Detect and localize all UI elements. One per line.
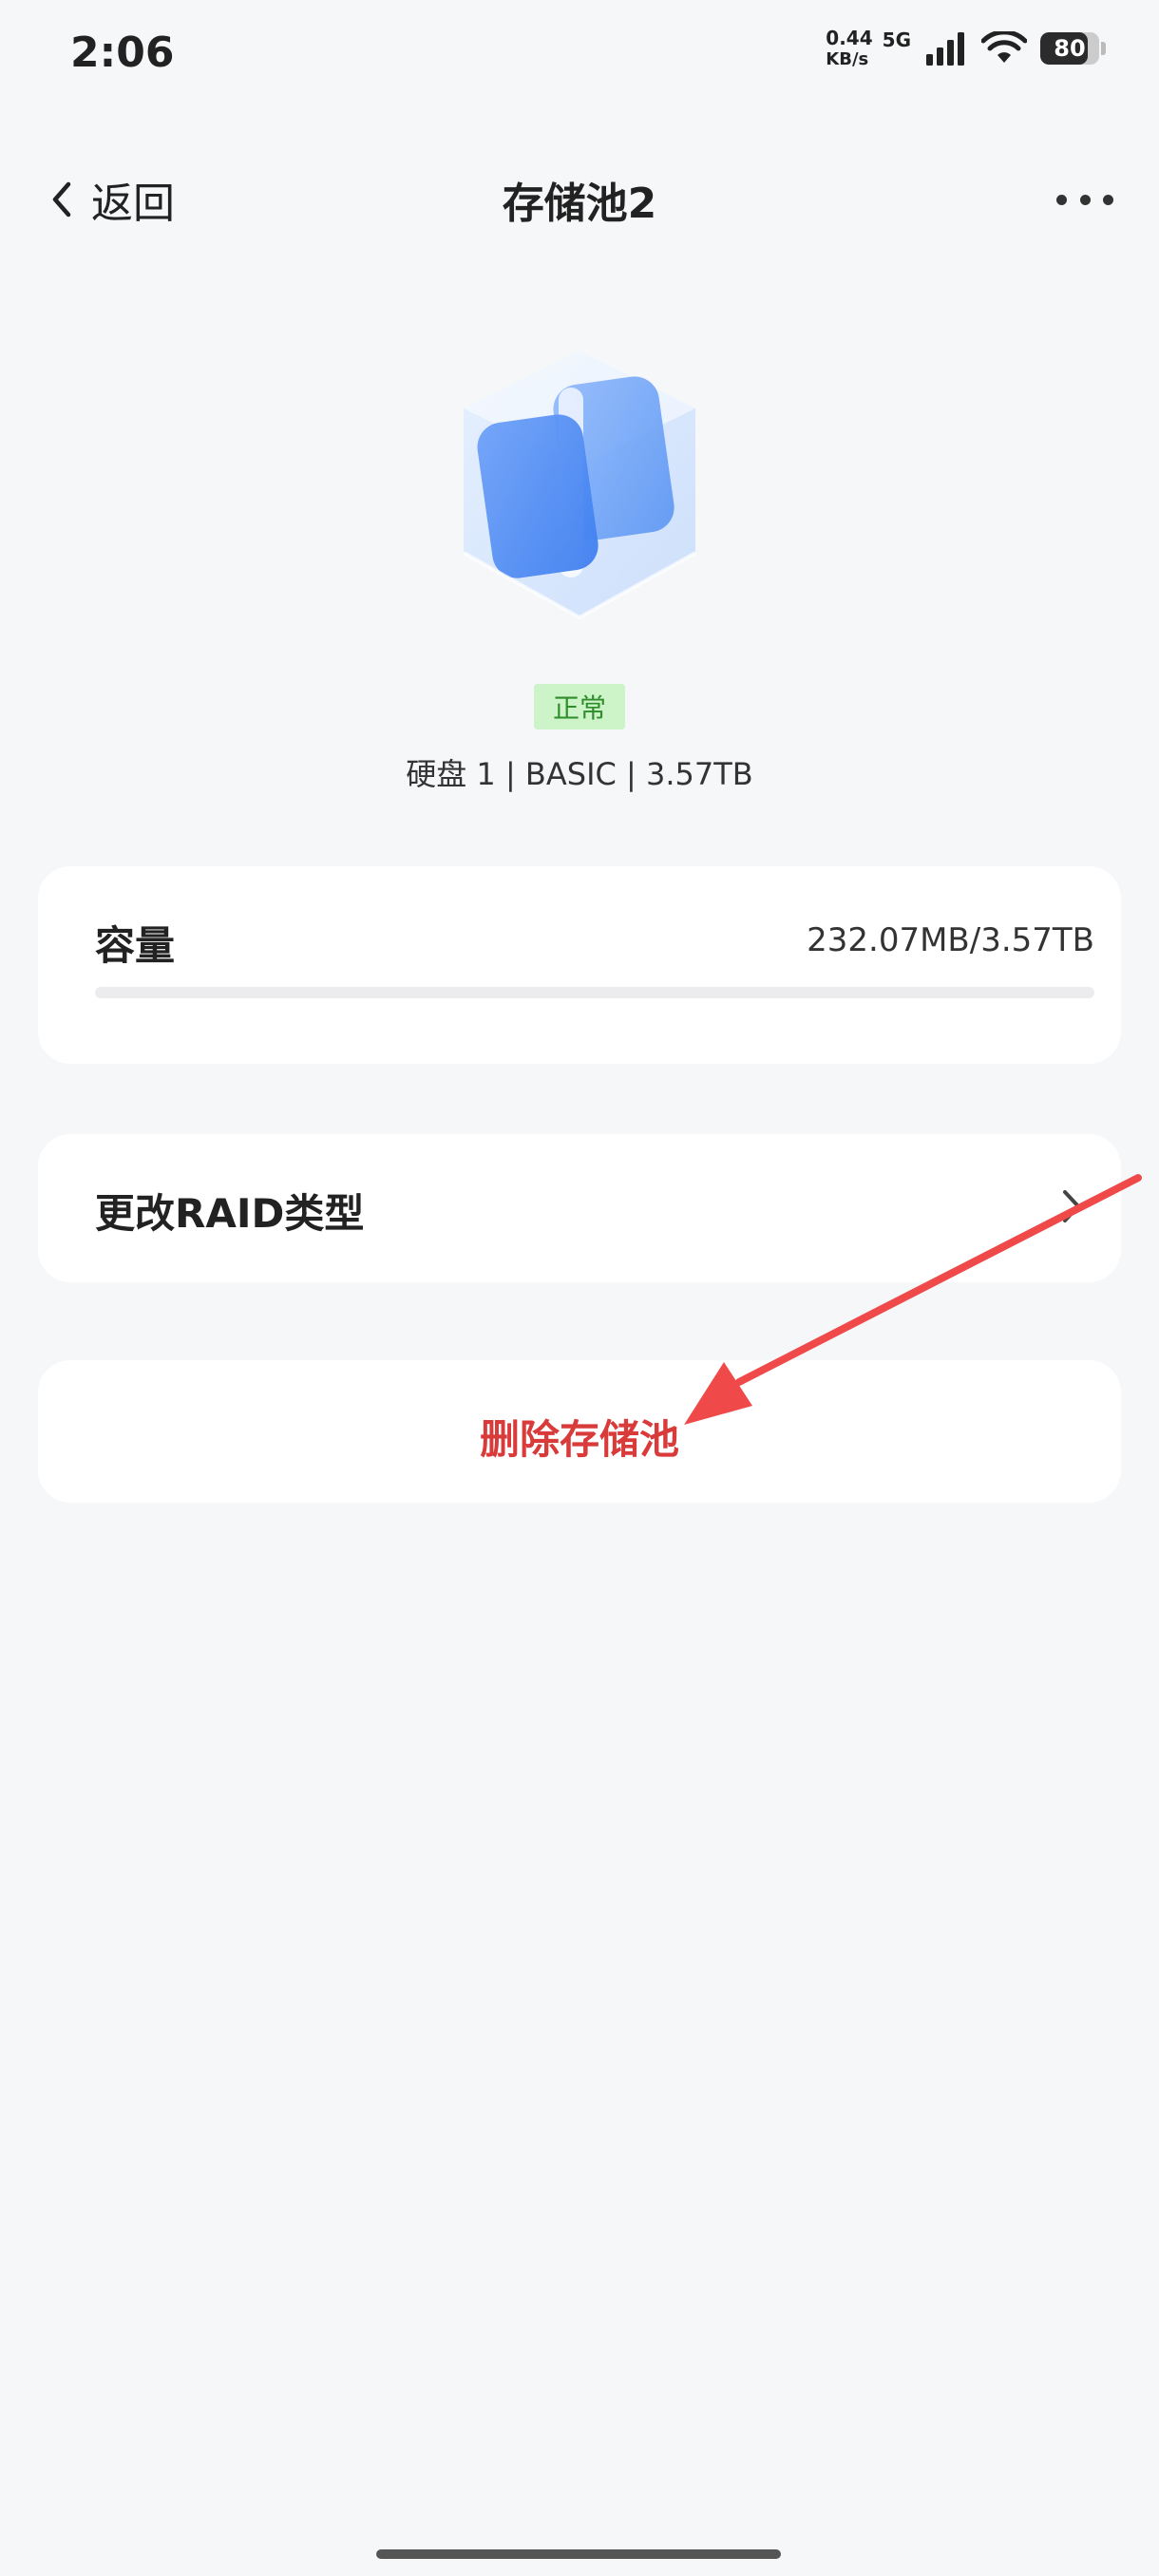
chevron-right-icon xyxy=(1063,1190,1080,1222)
battery-tip xyxy=(1101,42,1106,55)
header: 返回 存储池2 xyxy=(0,152,1159,247)
delete-storage-pool-button[interactable]: 删除存储池 xyxy=(38,1360,1121,1503)
status-bar: 2:06 0.44 KB/s 5G 80 xyxy=(0,0,1159,114)
storage-pool-icon xyxy=(463,351,696,620)
status-time: 2:06 xyxy=(70,28,175,77)
change-raid-type-row[interactable]: 更改RAID类型 xyxy=(38,1134,1121,1282)
more-dot-icon xyxy=(1056,194,1067,205)
capacity-progress-bar xyxy=(95,987,1094,998)
capacity-card: 容量 232.07MB/3.57TB xyxy=(38,866,1121,1064)
change-raid-type-label: 更改RAID类型 xyxy=(95,1190,365,1237)
wifi-icon xyxy=(981,31,1027,63)
network-type: 5G xyxy=(882,28,911,51)
more-options-button[interactable] xyxy=(1056,180,1113,218)
network-speed-value: 0.44 xyxy=(826,27,873,49)
network-speed-unit: KB/s xyxy=(826,49,869,69)
home-indicator[interactable] xyxy=(376,2549,781,2559)
status-badge: 正常 xyxy=(534,684,625,729)
capacity-label: 容量 xyxy=(95,922,176,969)
battery-level: 80 xyxy=(1054,35,1086,62)
more-dot-icon xyxy=(1079,194,1091,205)
battery-icon: 80 xyxy=(1040,32,1099,65)
status-icons: 0.44 KB/s 5G 80 xyxy=(826,28,1106,68)
disk-info: 硬盘 1 | BASIC | 3.57TB xyxy=(406,756,753,792)
capacity-value: 232.07MB/3.57TB xyxy=(807,921,1094,959)
more-dot-icon xyxy=(1103,194,1113,205)
delete-storage-pool-label: 删除存储池 xyxy=(479,1416,679,1463)
page-title: 存储池2 xyxy=(502,180,657,228)
network-speed: 0.44 KB/s xyxy=(826,28,872,68)
cellular-signal-icon xyxy=(926,32,964,66)
